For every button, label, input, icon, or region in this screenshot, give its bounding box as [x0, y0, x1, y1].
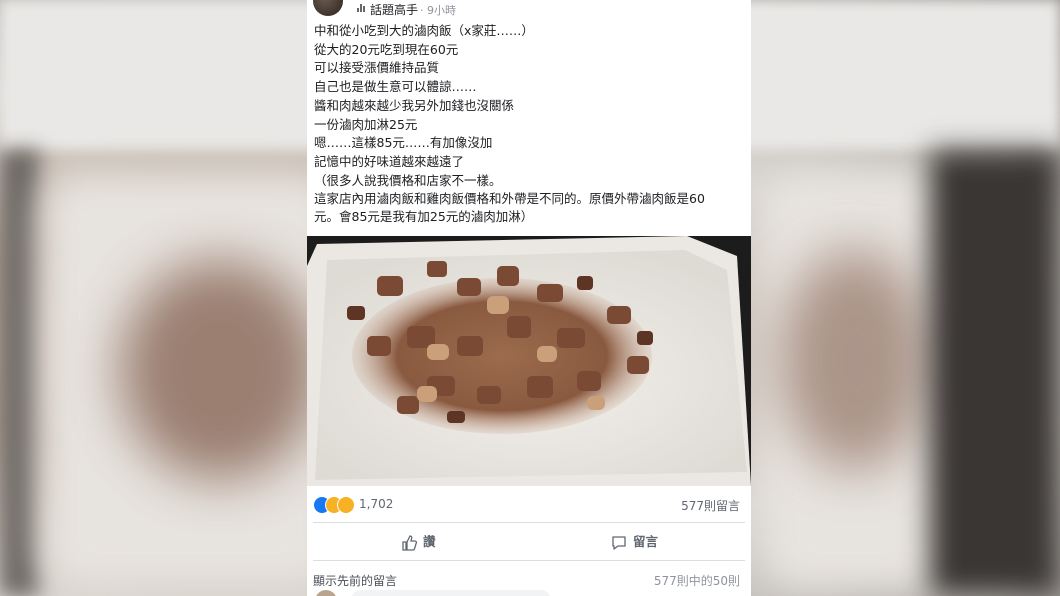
thumbs-up-icon [402, 534, 418, 551]
comment-label: 留言 [633, 534, 659, 549]
post-line: 中和從小吃到大的滷肉飯（x家莊……） [314, 23, 534, 38]
facebook-post-card: 話題高手 · 9小時 中和從小吃到大的滷肉飯（x家莊……） 從大的20元吃到現在… [307, 0, 751, 596]
like-label: 讚 [423, 534, 436, 549]
post-header: 話題高手 · 9小時 [307, 0, 751, 18]
comment-bubble [351, 590, 551, 596]
post-line: 一份滷肉加淋25元 [314, 116, 418, 132]
haha-icon [337, 496, 355, 514]
post-action-bar: 讚 留言 [307, 527, 751, 559]
post-text: 中和從小吃到大的滷肉飯（x家莊……） 從大的20元吃到現在60元 可以接受漲價維… [314, 22, 746, 172]
comment-range: 577則中的50則 [653, 574, 740, 588]
commenter-avatar[interactable] [315, 590, 337, 596]
note-line: 這家店內用滷肉飯和雞肉飯價格和外帶是不同的。原價外帶滷肉飯是60 [314, 191, 705, 206]
divider [313, 560, 745, 561]
comment-count-link[interactable]: 577則留言 [681, 497, 740, 514]
post-line: 自己也是做生意可以體諒…… [314, 79, 477, 95]
comment-button[interactable]: 留言 [611, 531, 658, 555]
post-line: 嗯……這樣85元……有加像沒加 [314, 135, 493, 151]
note-line: （很多人說我價格和店家不一樣。 [314, 173, 502, 188]
top-fan-badge-icon [357, 4, 367, 12]
like-button[interactable]: 讚 [401, 531, 436, 555]
divider [313, 522, 745, 523]
author-name[interactable]: 話題高手 [370, 1, 418, 18]
comment-icon [612, 535, 626, 550]
post-timestamp[interactable]: · 9小時 [420, 2, 456, 18]
post-line: 記憶中的好味道越來越遠了 [314, 153, 465, 169]
post-photo-braised-pork-rice[interactable] [307, 236, 751, 486]
author-avatar[interactable] [313, 0, 343, 16]
post-line: 從大的20元吃到現在60元 [314, 41, 459, 57]
post-line: 醬和肉越來越少我另外加錢也沒關係 [314, 97, 515, 113]
post-line: 可以接受漲價維持品質 [314, 60, 440, 76]
reaction-count: 1,702 [359, 497, 394, 511]
post-note: （很多人說我價格和店家不一樣。 這家店內用滷肉飯和雞肉飯價格和外帶是不同的。原價… [314, 172, 746, 226]
note-line: 元。會85元是我有加25元的滷肉加淋） [314, 209, 534, 224]
show-previous-comments-link[interactable]: 顯示先前的留言 [313, 572, 397, 589]
